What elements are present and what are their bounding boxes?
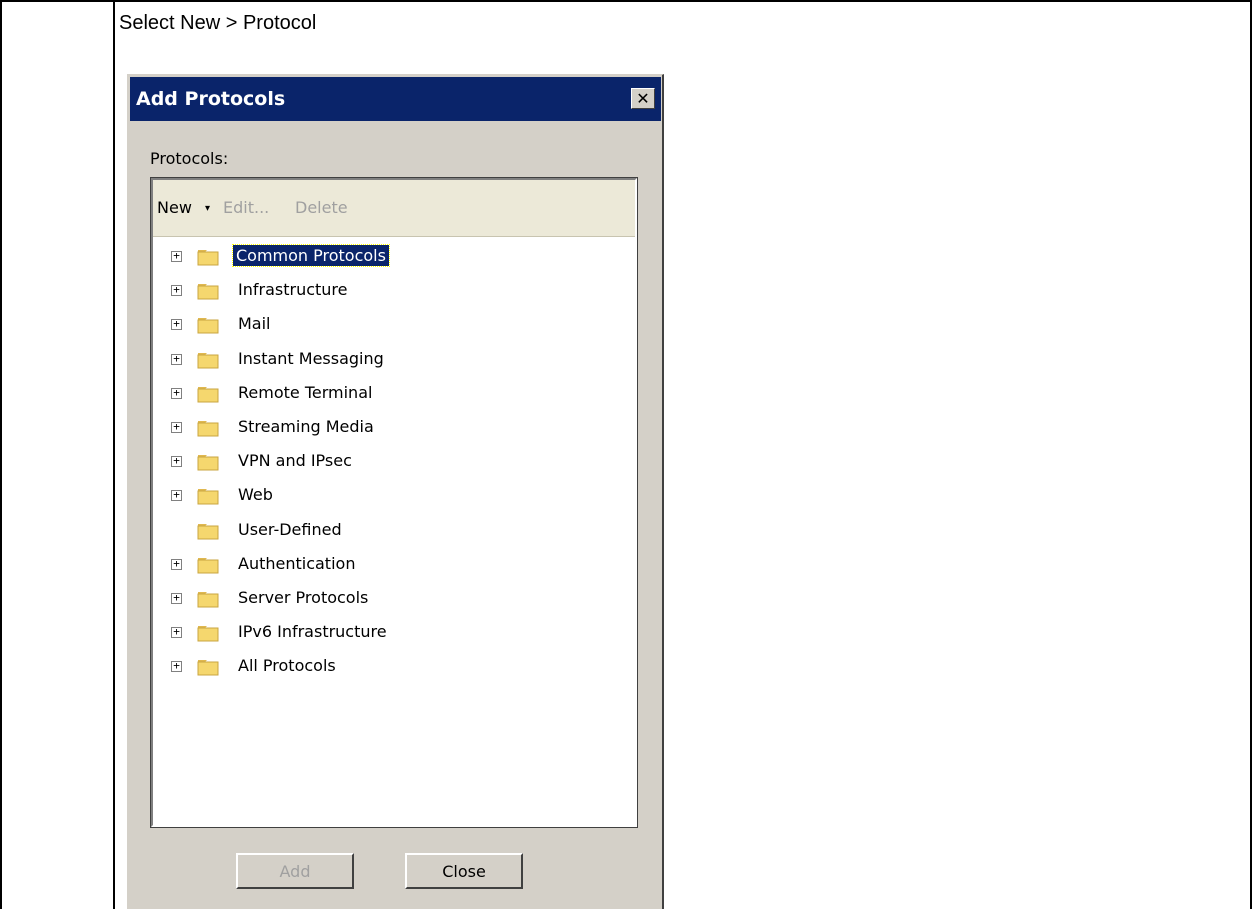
close-button[interactable]: Close [405, 853, 523, 889]
expand-plus-icon[interactable]: + [171, 353, 182, 365]
close-icon[interactable]: ✕ [631, 88, 655, 109]
folder-icon [197, 420, 219, 437]
dialog-title: Add Protocols [136, 88, 286, 110]
tree-item[interactable]: + All Protocols [153, 653, 635, 687]
protocols-label: Protocols: [150, 149, 229, 168]
tree-item-label: IPv6 Infrastructure [238, 622, 387, 642]
folder-icon [197, 386, 219, 403]
folder-icon [197, 455, 219, 471]
tree-item-label: Infrastructure [238, 280, 348, 300]
edit-button[interactable]: Edit... [223, 198, 269, 217]
protocols-tree[interactable]: + Common Protocols + Infrastructure + Mail + In… [153, 243, 635, 687]
folder-icon [197, 626, 219, 642]
expand-plus-icon[interactable]: + [171, 455, 182, 468]
expand-plus-icon[interactable]: + [171, 592, 182, 604]
expand-plus-icon[interactable]: + [171, 626, 182, 639]
folder-icon [197, 523, 219, 539]
tree-toolbar: New ▾ Edit... Delete [153, 180, 635, 237]
expand-plus-icon[interactable]: + [171, 558, 182, 570]
tree-item[interactable]: + Mail [153, 311, 635, 345]
tree-item[interactable]: + VPN and IPsec [153, 448, 635, 482]
chevron-down-icon[interactable]: ▾ [205, 203, 210, 214]
tree-item[interactable]: + Server Protocols [153, 585, 635, 619]
tree-item[interactable]: + IPv6 Infrastructure [153, 619, 635, 653]
protocols-tree-panel: New ▾ Edit... Delete + Common Protocols + I… [150, 177, 638, 828]
expand-plus-icon[interactable]: + [171, 284, 182, 297]
tree-item-label: Common Protocols [232, 244, 390, 267]
tree-item-label: Remote Terminal [238, 382, 373, 402]
expand-plus-icon[interactable]: + [171, 489, 182, 502]
folder-icon [197, 318, 219, 334]
tree-item-label: VPN and IPsec [238, 451, 352, 471]
expand-plus-icon[interactable]: + [171, 421, 182, 433]
expand-plus-icon[interactable]: + [171, 318, 182, 331]
tree-item-label: User-Defined [238, 519, 342, 539]
new-menu-button[interactable]: New [157, 198, 192, 217]
tree-item[interactable]: + Web [153, 482, 635, 516]
folder-icon [197, 557, 219, 574]
tree-item-label: Web [238, 485, 273, 505]
tree-item[interactable]: + Instant Messaging [153, 346, 635, 380]
delete-button[interactable]: Delete [295, 198, 348, 217]
tree-item[interactable]: + Streaming Media [153, 414, 635, 448]
tree-item-label: Streaming Media [238, 416, 374, 436]
tree-item-label: Authentication [238, 553, 356, 573]
tree-item-label: Mail [238, 314, 271, 334]
expand-plus-icon[interactable]: + [171, 387, 182, 399]
tree-item[interactable]: User-Defined [153, 517, 635, 551]
folder-icon [197, 250, 219, 266]
add-protocols-dialog: Add Protocols ✕ Protocols: New ▾ Edit...… [127, 74, 664, 909]
dialog-titlebar: Add Protocols ✕ [130, 77, 661, 121]
tree-item[interactable]: + Remote Terminal [153, 380, 635, 414]
tree-item-label: Instant Messaging [238, 348, 384, 368]
folder-icon [197, 591, 219, 608]
tree-item[interactable]: + Common Protocols [153, 243, 635, 277]
tree-item[interactable]: + Authentication [153, 551, 635, 585]
folder-icon [197, 660, 219, 676]
folder-icon [197, 489, 219, 505]
add-button[interactable]: Add [236, 853, 354, 889]
tree-item-label: All Protocols [238, 656, 336, 676]
folder-icon [197, 284, 219, 300]
tree-item-label: Server Protocols [238, 587, 369, 607]
expand-plus-icon[interactable]: + [171, 660, 182, 673]
document-table: Select New > Protocol Add Protocols ✕ Pr… [0, 0, 1252, 909]
folder-icon [197, 352, 219, 369]
tree-item[interactable]: + Infrastructure [153, 277, 635, 311]
instruction-text: Select New > Protocol [119, 12, 317, 34]
expand-plus-icon[interactable]: + [171, 250, 182, 262]
step-number-cell [0, 0, 115, 909]
